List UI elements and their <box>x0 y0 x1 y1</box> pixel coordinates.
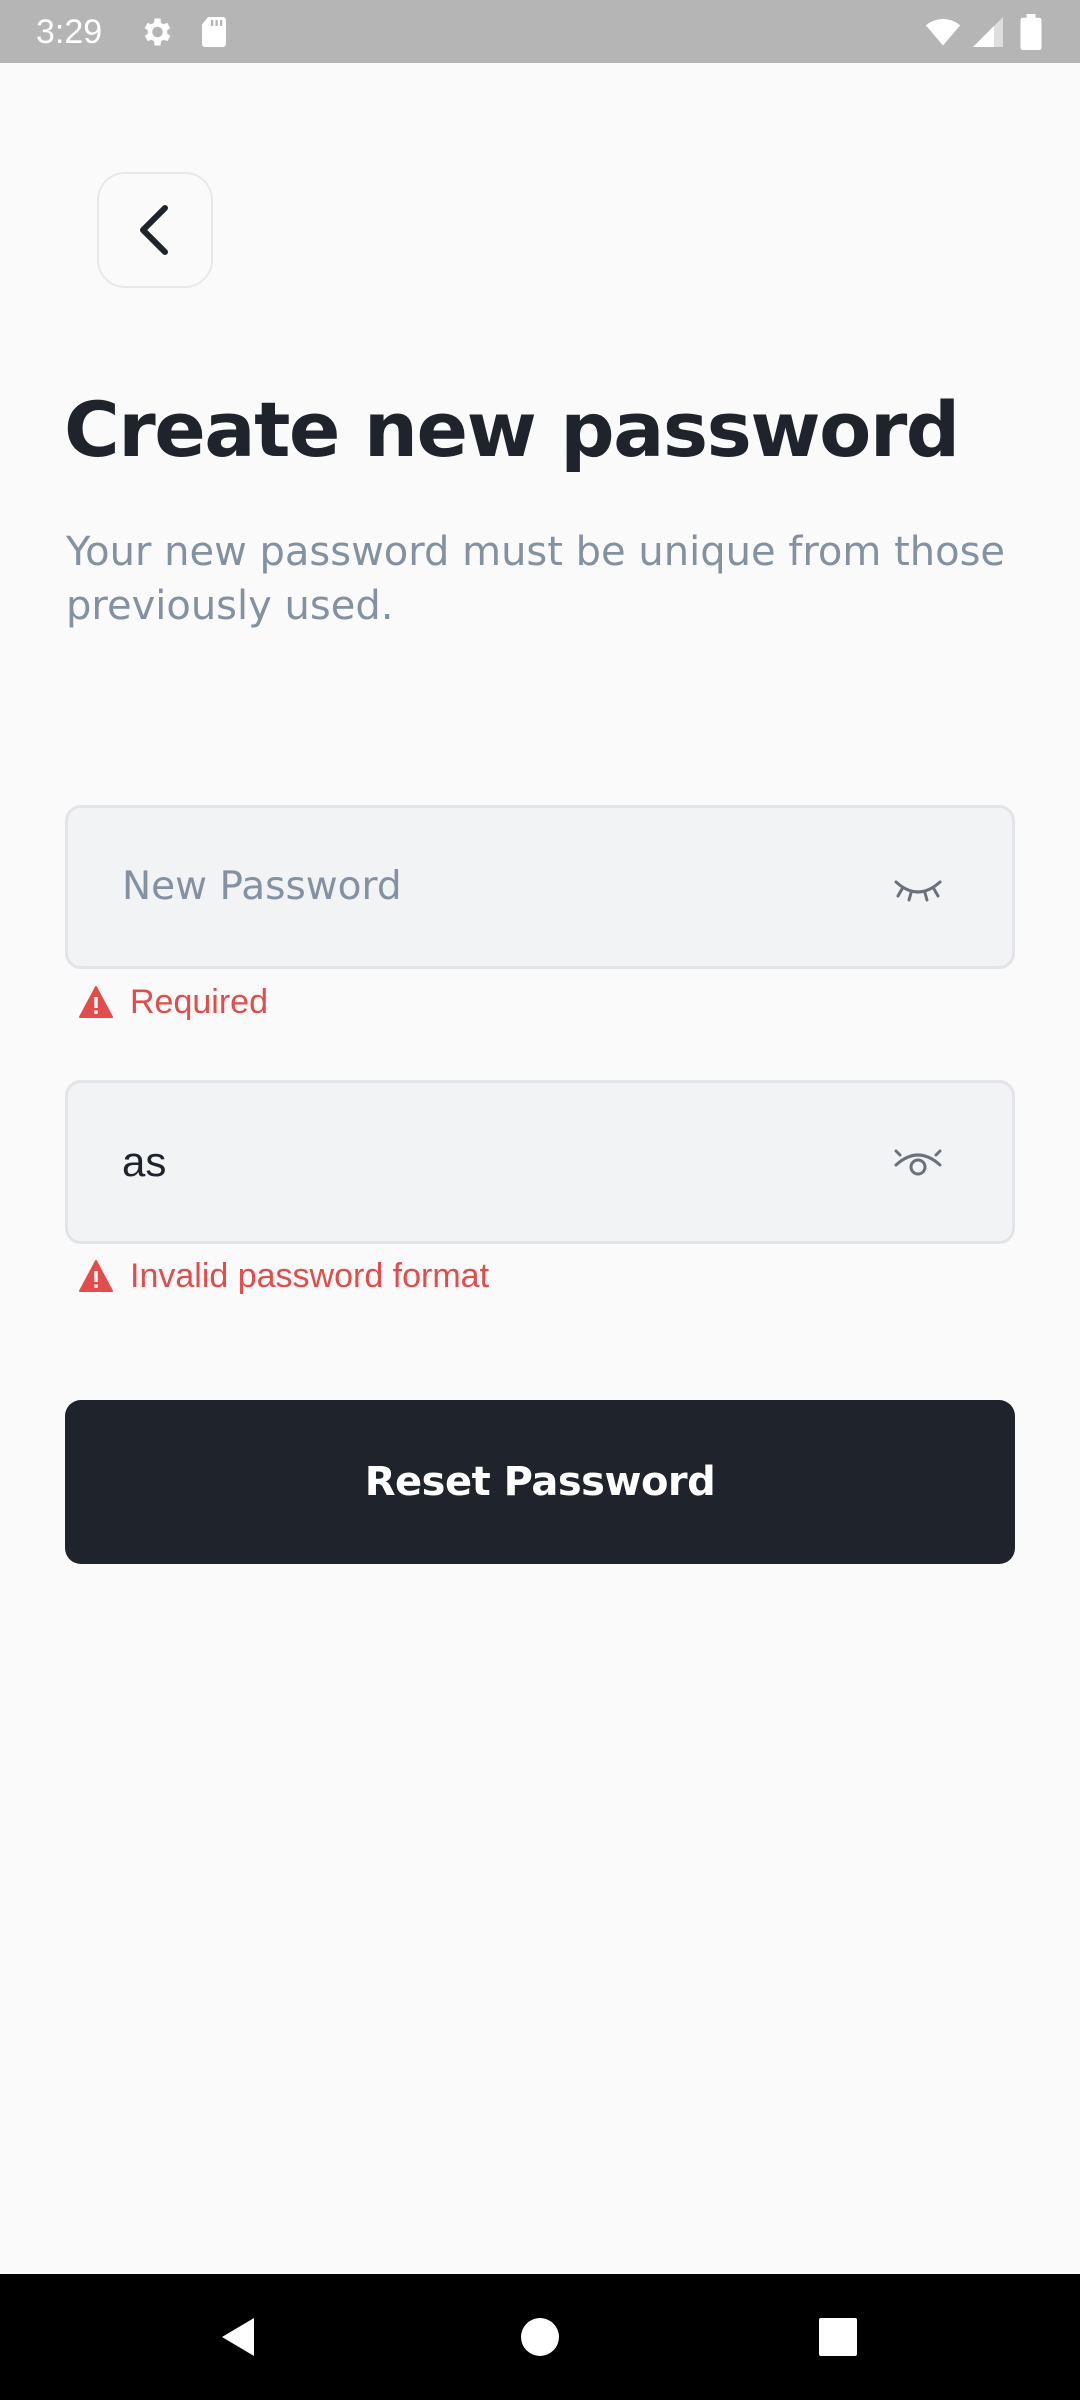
eye-closed-icon <box>894 880 942 902</box>
confirm-password-error-text: Invalid password format <box>130 1256 490 1295</box>
back-button[interactable] <box>97 172 213 288</box>
confirm-password-error: Invalid password format <box>78 1254 489 1298</box>
page-subtitle: Your new password must be unique from th… <box>66 529 1006 629</box>
sd-card-icon <box>202 17 226 47</box>
toggle-password-visibility-button[interactable] <box>890 860 946 916</box>
new-password-error-text: Required <box>130 982 268 1021</box>
chevron-left-icon <box>140 205 168 255</box>
new-password-placeholder: New Password <box>122 864 402 909</box>
new-password-error: Required <box>78 980 268 1024</box>
system-navigation-bar <box>0 2274 1080 2400</box>
home-circle-icon[interactable] <box>515 2312 565 2362</box>
toggle-confirm-visibility-button[interactable] <box>890 1135 946 1191</box>
cellular-signal-icon <box>973 17 1003 47</box>
eye-open-icon <box>894 1149 942 1176</box>
page-title: Create new password <box>64 385 960 474</box>
status-time: 3:29 <box>36 13 103 51</box>
warning-icon <box>79 1260 113 1292</box>
confirm-password-field[interactable]: as <box>65 1080 1015 1244</box>
warning-icon <box>79 986 113 1018</box>
wifi-icon <box>925 19 961 46</box>
battery-icon <box>1020 14 1042 50</box>
reset-password-label: Reset Password <box>364 1459 716 1505</box>
status-bar: 3:29 <box>0 0 1080 63</box>
reset-password-button[interactable]: Reset Password <box>65 1400 1015 1564</box>
new-password-field[interactable]: New Password <box>65 805 1015 969</box>
back-triangle-icon[interactable] <box>214 2312 264 2362</box>
recents-square-icon[interactable] <box>813 2312 863 2362</box>
gear-icon <box>144 18 171 46</box>
confirm-password-value: as <box>122 1138 167 1185</box>
